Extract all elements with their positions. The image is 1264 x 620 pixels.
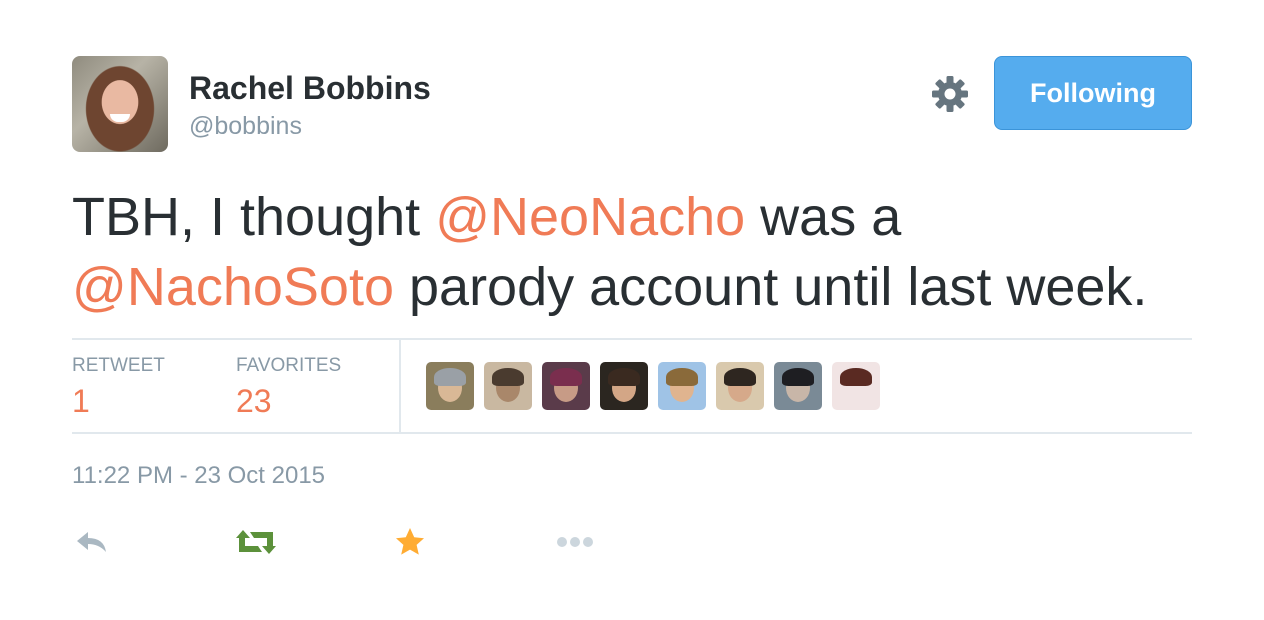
favoriter-avatar-2[interactable] — [484, 362, 532, 410]
mention-link-neonacho[interactable]: @NeoNacho — [435, 187, 745, 247]
tweet-text-segment: was a — [745, 187, 902, 247]
divider — [72, 338, 1192, 340]
favoriter-avatar-7[interactable] — [774, 362, 822, 410]
favorites-label[interactable]: FAVORITES — [236, 355, 341, 377]
favoriter-avatar-3[interactable] — [542, 362, 590, 410]
user-handle[interactable]: @bobbins — [189, 112, 302, 141]
more-icon — [557, 537, 593, 547]
favoriters-list — [426, 362, 880, 410]
reply-button[interactable] — [74, 526, 110, 558]
gear-icon[interactable] — [930, 74, 970, 114]
tweet-timestamp[interactable]: 11:22 PM - 23 Oct 2015 — [72, 462, 325, 490]
avatar-smile — [110, 114, 130, 122]
favorites-count[interactable]: 23 — [236, 383, 272, 420]
retweet-count[interactable]: 1 — [72, 383, 90, 420]
stats-divider — [399, 340, 401, 432]
user-name[interactable]: Rachel Bobbins — [189, 70, 431, 107]
retweet-icon — [236, 530, 276, 554]
tweet-text-segment: TBH, I thought — [72, 187, 436, 247]
mention-link-nachosoto[interactable]: @NachoSoto — [72, 257, 394, 317]
tweet-text: TBH, I thought @NeoNacho was a @NachoSot… — [72, 182, 1222, 322]
more-button[interactable] — [554, 526, 598, 558]
star-icon — [396, 528, 424, 555]
favoriter-avatar-5[interactable] — [658, 362, 706, 410]
following-button[interactable]: Following — [994, 56, 1192, 130]
favoriter-avatar-6[interactable] — [716, 362, 764, 410]
user-avatar[interactable] — [72, 56, 168, 152]
divider — [72, 432, 1192, 434]
favoriter-avatar-1[interactable] — [426, 362, 474, 410]
retweet-label[interactable]: RETWEET — [72, 355, 165, 377]
tweet-text-segment: parody account until last week. — [394, 257, 1148, 317]
favorite-button[interactable] — [394, 526, 426, 558]
favoriter-avatar-8[interactable] — [832, 362, 880, 410]
reply-icon — [77, 532, 106, 552]
retweet-button[interactable] — [234, 526, 278, 558]
favoriter-avatar-4[interactable] — [600, 362, 648, 410]
